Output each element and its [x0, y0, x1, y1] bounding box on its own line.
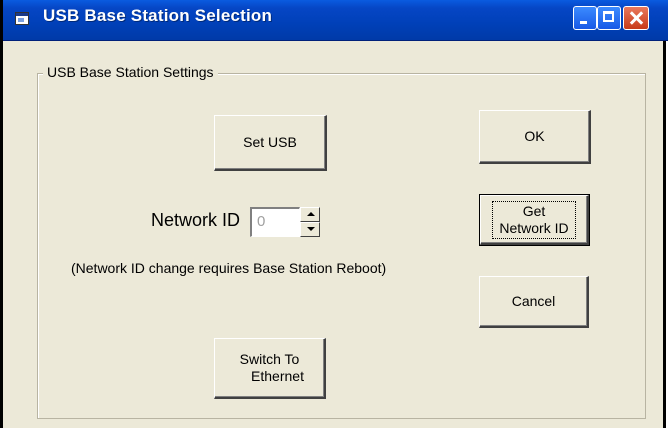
get-network-id-button[interactable]: Get Network ID: [479, 194, 590, 246]
dialog-window: USB Base Station Selection USB Base Stat…: [0, 0, 668, 428]
network-id-note: (Network ID change requires Base Station…: [71, 260, 387, 276]
switch-to-ethernet-label: Switch To Ethernet: [235, 351, 304, 385]
switch-to-ethernet-button[interactable]: Switch To Ethernet: [214, 338, 326, 399]
close-button[interactable]: [623, 6, 649, 30]
get-network-id-focus: Get Network ID: [492, 200, 576, 239]
groupbox-label: USB Base Station Settings: [43, 64, 218, 80]
ok-label: OK: [524, 128, 545, 144]
title-bar[interactable]: USB Base Station Selection: [3, 0, 668, 41]
spin-up-button[interactable]: [300, 207, 320, 222]
spin-down-button[interactable]: [300, 222, 320, 237]
spin-up-icon: [307, 212, 315, 216]
cancel-label: Cancel: [511, 293, 556, 309]
switch-label-line1: Switch To: [239, 351, 300, 367]
switch-label-line2: Ethernet: [251, 368, 304, 384]
cancel-button[interactable]: Cancel: [479, 276, 589, 328]
spin-down-icon: [307, 227, 315, 231]
network-id-label: Network ID: [151, 210, 241, 230]
ok-button[interactable]: OK: [479, 110, 591, 164]
maximize-button[interactable]: [597, 6, 621, 30]
window-title: USB Base Station Selection: [43, 6, 273, 25]
get-network-id-label-line1: Get: [522, 202, 546, 219]
set-usb-label: Set USB: [243, 134, 297, 150]
app-window-icon: [15, 12, 29, 25]
minimize-button[interactable]: [573, 6, 597, 30]
get-network-id-label-line2: Network ID: [499, 219, 569, 236]
network-id-input[interactable]: 0: [250, 207, 300, 237]
set-usb-button[interactable]: Set USB: [214, 115, 327, 171]
